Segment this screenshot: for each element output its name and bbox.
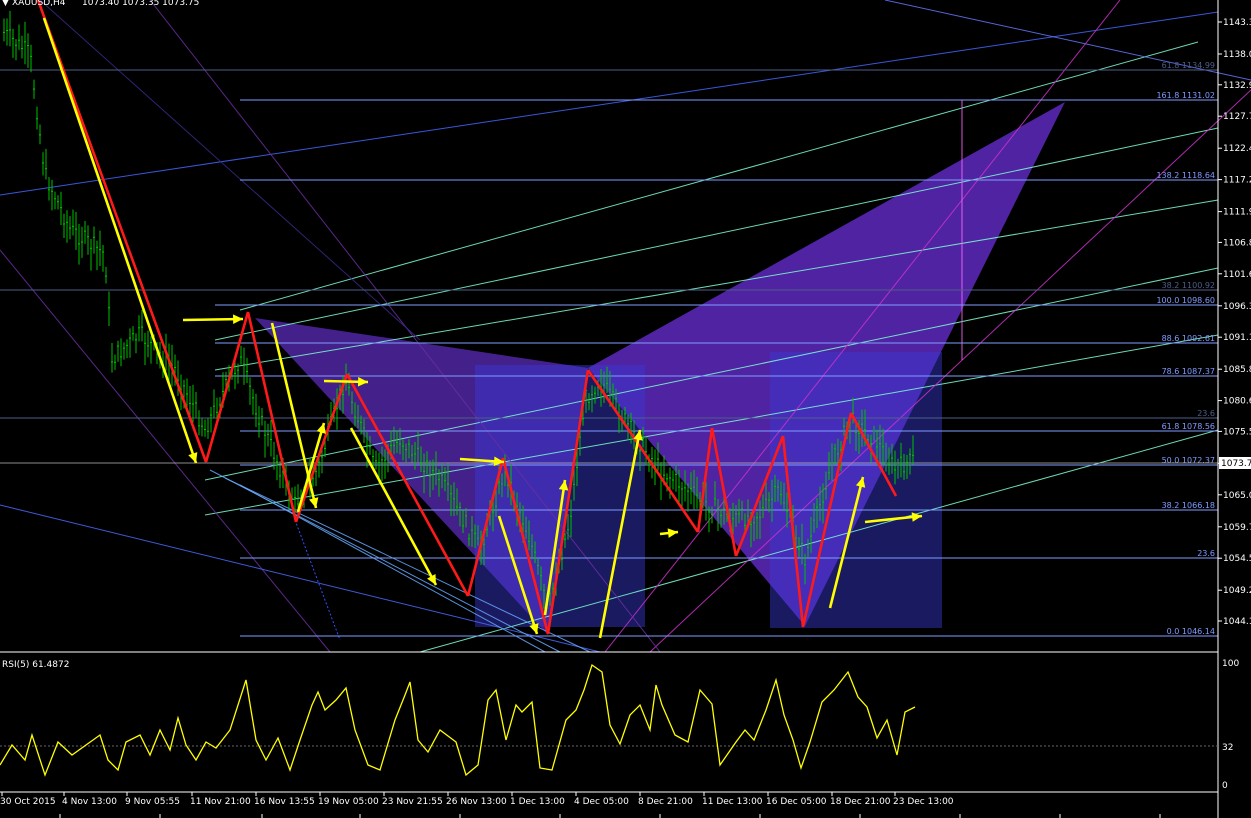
time-tick-label: 26 Nov 13:00 <box>446 797 507 807</box>
fib-level-label: 100.0 1098.60 <box>1156 296 1215 305</box>
time-tick-label: 4 Dec 05:00 <box>574 797 629 807</box>
price-tick-label: 1091.1 <box>1223 333 1251 343</box>
rsi-level-32: 32 <box>1222 743 1233 753</box>
time-tick-label: 19 Nov 05:00 <box>318 797 379 807</box>
price-tick-label: 1143.3 <box>1223 18 1251 28</box>
fib-level-label: 0.0 1046.14 <box>1167 627 1215 636</box>
fib-level-label: 38.2 1100.92 <box>1162 281 1215 290</box>
price-tick-label: 1085.8 <box>1223 365 1251 375</box>
fib-level-label: 61.8 1078.56 <box>1162 422 1215 431</box>
time-tick-label: 16 Nov 13:55 <box>254 797 315 807</box>
price-chart[interactable]: 61.8 1134.99 161.8 1131.02 138.2 1118.64 38… <box>0 0 1251 818</box>
price-tick-label: 1096.3 <box>1223 302 1251 312</box>
price-tick-label: 1059.7 <box>1223 523 1251 533</box>
rsi-title: RSI(5) 61.4872 <box>2 660 69 670</box>
fib-level-label: 50.0 1072.37 <box>1162 456 1215 465</box>
price-tick-label: 1080.6 <box>1223 397 1251 407</box>
time-tick-label: 16 Dec 05:00 <box>766 797 827 807</box>
chevron-down-icon: ▼ <box>2 0 9 8</box>
chart-header: ▼ XAUUSD,H4 1073.40 1073.35 1073.75 <box>2 0 199 8</box>
time-tick-label: 11 Dec 13:00 <box>702 797 763 807</box>
price-tick-label: 1054.5 <box>1223 554 1251 564</box>
rsi-level-100: 100 <box>1222 659 1239 669</box>
time-tick-label: 9 Nov 05:55 <box>125 797 180 807</box>
price-tick-label: 1044.1 <box>1223 617 1251 627</box>
fib-level-label: 161.8 1131.02 <box>1156 91 1215 100</box>
time-tick-label: 8 Dec 21:00 <box>638 797 693 807</box>
time-tick-label: 18 Dec 21:00 <box>830 797 891 807</box>
symbol-label: XAUUSD,H4 <box>12 0 66 8</box>
fib-level-label: 78.6 1087.37 <box>1162 367 1215 376</box>
fib-level-label: 138.2 1118.64 <box>1156 171 1215 180</box>
price-tick-label: 1111.9 <box>1223 208 1251 218</box>
price-tick-label: 1065.0 <box>1223 491 1251 501</box>
fib-level-label: 88.6 1092.61 <box>1162 334 1215 343</box>
price-tick-label: 1101.6 <box>1223 270 1251 280</box>
price-tick-label: 1138.0 <box>1223 50 1251 60</box>
time-tick-label: 11 Nov 21:00 <box>190 797 251 807</box>
time-tick-label: 4 Nov 13:00 <box>62 797 117 807</box>
fib-level-label: 23.6 <box>1197 549 1215 558</box>
fib-level-label: 23.6 <box>1197 409 1215 418</box>
time-tick-label: 23 Dec 13:00 <box>893 797 954 807</box>
time-tick-label: 30 Oct 2015 <box>0 797 56 807</box>
fib-level-label: 38.2 1066.18 <box>1162 501 1215 510</box>
fib-level-label: 61.8 1134.99 <box>1162 61 1215 70</box>
price-tick-label: 1127.7 <box>1223 112 1251 122</box>
price-tick-label: 1075.5 <box>1223 427 1251 437</box>
price-tick-label: 1049.2 <box>1223 586 1251 596</box>
price-tick-label: 1106.8 <box>1223 238 1251 248</box>
time-tick-label: 1 Dec 13:00 <box>510 797 565 807</box>
ohlc-label: 1073.40 1073.35 1073.75 <box>82 0 199 8</box>
price-tick-label: 1122.4 <box>1223 144 1251 154</box>
pattern-box-right <box>770 352 942 628</box>
current-price-label: 1073.7 <box>1221 459 1251 469</box>
price-tick-label: 1132.9 <box>1223 81 1251 91</box>
rsi-level-0: 0 <box>1222 781 1228 791</box>
time-tick-label: 23 Nov 21:55 <box>382 797 443 807</box>
price-tick-label: 1117.2 <box>1223 176 1251 186</box>
